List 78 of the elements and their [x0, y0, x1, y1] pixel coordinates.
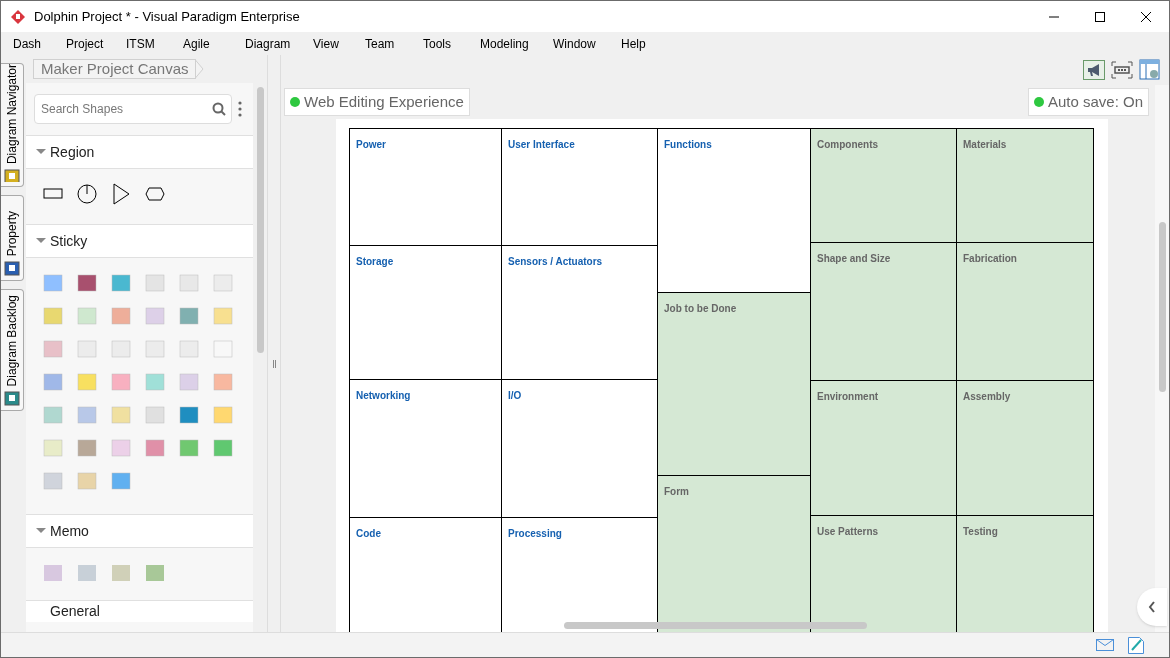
menu-item[interactable]: Window [549, 34, 617, 53]
section-header[interactable]: Sticky [50, 230, 88, 252]
block-title: Networking [356, 389, 412, 403]
megaphone-icon[interactable] [1083, 60, 1105, 80]
block-title: Use Patterns [817, 525, 880, 539]
block-title: Processing [508, 527, 563, 541]
sticky-note-icon[interactable] [144, 437, 166, 459]
horizontal-scrollbar-thumb[interactable] [564, 622, 867, 629]
chevron-left-icon [1148, 601, 1156, 613]
menu-item[interactable]: View [309, 34, 361, 53]
tab-icon [4, 168, 20, 182]
memo-note-icon[interactable] [110, 562, 132, 584]
block-title: Assembly [963, 390, 1012, 404]
note-edit-icon[interactable] [1128, 636, 1144, 654]
block-title: Job to be Done [664, 302, 738, 316]
block-title: Materials [963, 138, 1008, 152]
fit-to-screen-icon[interactable] [1111, 61, 1133, 79]
tab-icon [4, 390, 20, 406]
caret-icon[interactable] [36, 528, 46, 534]
triangle-shape-icon[interactable] [110, 183, 132, 205]
block-title: Code [356, 527, 382, 541]
sticky-note-icon[interactable] [178, 305, 200, 327]
menu-item[interactable]: Help [617, 34, 657, 53]
block-title: Testing [963, 525, 999, 539]
badge-label: Auto save: On [1047, 91, 1143, 112]
caret-icon[interactable] [36, 149, 46, 155]
mail-icon[interactable] [1096, 639, 1114, 651]
menu-item[interactable]: Agile [179, 34, 241, 53]
menu-item[interactable]: Team [361, 34, 419, 53]
sticky-note-icon[interactable] [76, 272, 98, 294]
breadcrumb-arrow-icon [194, 59, 204, 79]
section-header[interactable]: Region [50, 141, 95, 163]
side-tab[interactable]: Property [1, 195, 24, 281]
tab-icon [4, 260, 20, 276]
menu-item[interactable]: ITSM [122, 34, 179, 53]
sticky-note-icon[interactable] [178, 404, 200, 426]
search-field[interactable]: Search Shapes [34, 94, 232, 124]
side-tab[interactable]: Diagram Backlog [1, 289, 24, 411]
menu-item[interactable]: Dash [9, 34, 62, 53]
more-options-icon[interactable] [238, 101, 242, 117]
block-title: I/O [508, 389, 523, 403]
block-title: Functions [664, 138, 713, 152]
layout-panel-icon[interactable] [1139, 59, 1161, 81]
collapse-panel-button[interactable] [1137, 588, 1167, 626]
section-header[interactable]: Memo [50, 520, 89, 542]
vertical-scrollbar-thumb[interactable] [1158, 222, 1166, 392]
maximize-icon [1095, 11, 1105, 22]
menu-item[interactable]: Modeling [476, 34, 549, 53]
menu-item[interactable]: Project [62, 34, 122, 53]
block-title: Shape and Size [817, 252, 892, 266]
block-title: Components [817, 138, 880, 152]
block-title: Storage [356, 255, 395, 269]
memo-note-icon[interactable] [42, 562, 64, 584]
block-title: Fabrication [963, 252, 1018, 266]
sticky-note-icon[interactable] [110, 272, 132, 294]
caret-icon[interactable] [36, 238, 46, 244]
splitter-handle[interactable] [272, 359, 276, 368]
menu-item[interactable]: Tools [419, 34, 476, 53]
badge-label: Web Editing Experience [304, 91, 464, 112]
scrollbar-thumb[interactable] [256, 87, 264, 353]
block-title: Sensors / Actuators [508, 255, 604, 269]
search-icon[interactable] [212, 102, 226, 116]
block-title: Power [356, 138, 387, 152]
auto-save-badge[interactable]: Auto save: On [1027, 88, 1149, 116]
window-title: Dolphin Project * - Visual Paradigm Enterprise [34, 7, 300, 26]
web-editing-badge[interactable]: Web Editing Experience [284, 88, 470, 116]
memo-note-icon[interactable] [144, 562, 166, 584]
side-tab[interactable]: Diagram Navigator [1, 63, 24, 187]
sticky-note-icon[interactable] [110, 470, 132, 492]
close-icon [1141, 11, 1151, 22]
app-logo-icon [10, 8, 26, 25]
clock-shape-icon[interactable] [76, 183, 98, 205]
sticky-note-icon[interactable] [76, 437, 98, 459]
block-title: User Interface [508, 138, 576, 152]
menu-item[interactable]: Diagram [241, 34, 309, 53]
memo-note-icon[interactable] [76, 562, 98, 584]
block-title: Environment [817, 390, 880, 404]
block-title: Form [664, 485, 690, 499]
